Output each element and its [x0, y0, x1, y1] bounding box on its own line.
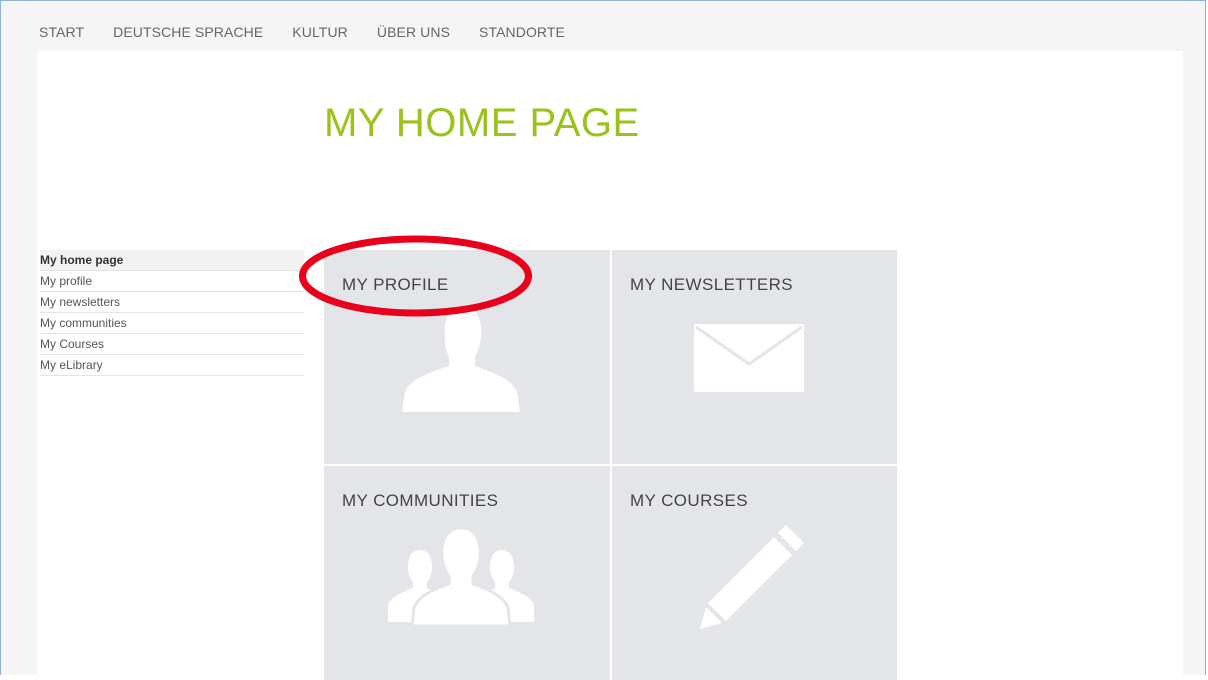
nav-kultur[interactable]: KULTUR [292, 24, 348, 40]
tile-title: MY COMMUNITIES [342, 491, 499, 510]
tile-title: MY PROFILE [342, 275, 449, 294]
sidebar-item-my-elibrary[interactable]: My eLibrary [40, 355, 304, 376]
sidebar-item-my-home-page[interactable]: My home page [40, 250, 304, 271]
tile-my-courses[interactable]: MY COURSES [612, 466, 897, 680]
nav-deutsche-sprache[interactable]: DEUTSCHE SPRACHE [113, 24, 263, 40]
tile-my-profile[interactable]: MY PROFILE [324, 250, 610, 464]
nav-start[interactable]: START [39, 24, 84, 40]
top-navigation: START DEUTSCHE SPRACHE KULTUR ÜBER UNS S… [39, 24, 594, 40]
tile-my-newsletters[interactable]: MY NEWSLETTERS [612, 250, 897, 464]
nav-ueber-uns[interactable]: ÜBER UNS [377, 24, 450, 40]
main-content: MY HOME PAGE My home page My profile My … [37, 51, 1183, 680]
tile-my-communities[interactable]: MY COMMUNITIES [324, 466, 610, 680]
sidebar-item-my-communities[interactable]: My communities [40, 313, 304, 334]
tile-title: MY COURSES [630, 491, 748, 510]
pencil-icon [700, 521, 810, 636]
sidebar-item-my-courses[interactable]: My Courses [40, 334, 304, 355]
person-silhouette-icon [399, 300, 524, 417]
nav-standorte[interactable]: STANDORTE [479, 24, 565, 40]
tile-title: MY NEWSLETTERS [630, 275, 794, 294]
envelope-icon [694, 324, 804, 397]
sidebar-item-my-profile[interactable]: My profile [40, 271, 304, 292]
sidebar-item-my-newsletters[interactable]: My newsletters [40, 292, 304, 313]
browser-viewport: START DEUTSCHE SPRACHE KULTUR ÜBER UNS S… [0, 0, 1206, 680]
sidebar-navigation: My home page My profile My newsletters M… [40, 250, 304, 376]
dashboard-tiles: MY PROFILE MY NEWSLETTERS MY COMMUNITIES… [324, 250, 897, 680]
page-title: MY HOME PAGE [324, 101, 640, 145]
group-silhouette-icon [386, 526, 536, 631]
